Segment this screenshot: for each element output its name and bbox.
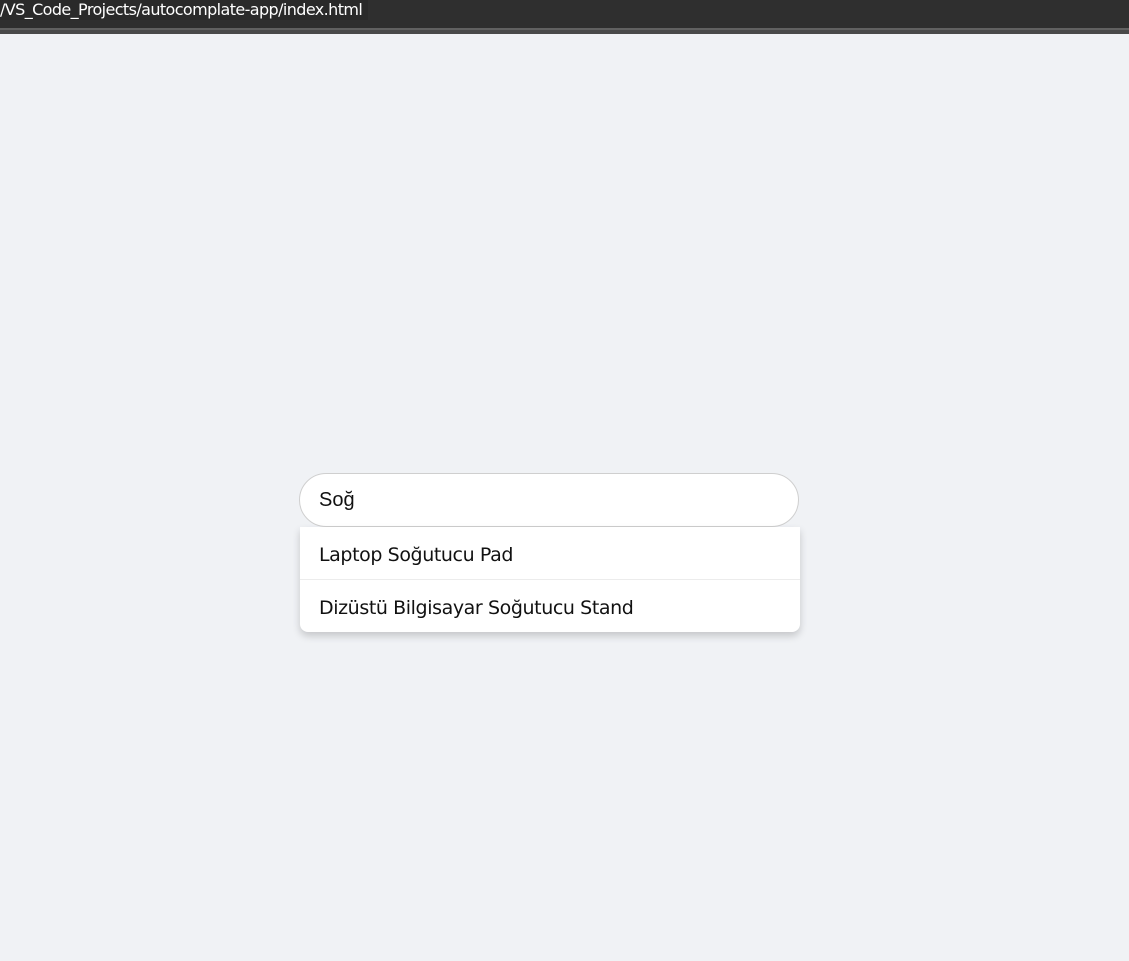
suggestion-item[interactable]: Laptop Soğutucu Pad (300, 527, 800, 579)
suggestion-list: Laptop Soğutucu Pad Dizüstü Bilgisayar S… (300, 527, 800, 632)
search-input[interactable] (299, 473, 799, 527)
address-url: /VS_Code_Projects/autocomplate-app/index… (0, 0, 369, 20)
suggestion-item[interactable]: Dizüstü Bilgisayar Soğutucu Stand (300, 579, 800, 632)
browser-address-bar[interactable]: /VS_Code_Projects/autocomplate-app/index… (0, 0, 1129, 28)
autocomplete-container: Laptop Soğutucu Pad Dizüstü Bilgisayar S… (299, 473, 800, 632)
